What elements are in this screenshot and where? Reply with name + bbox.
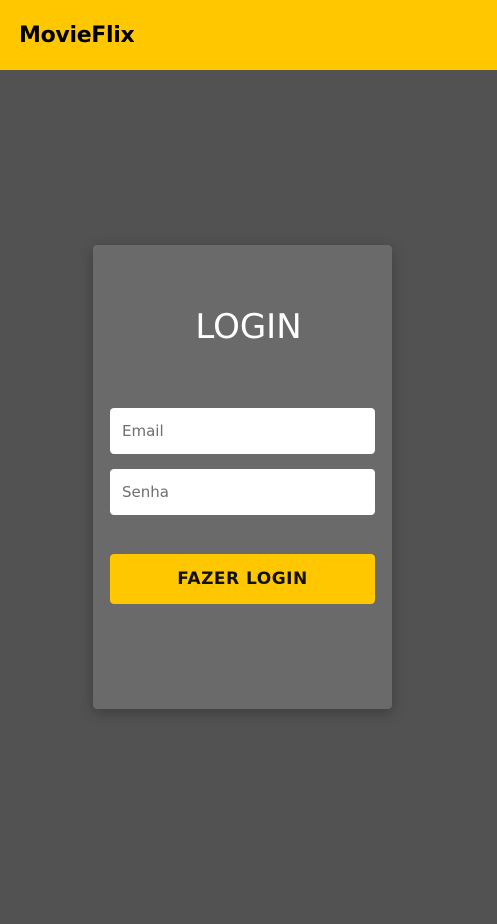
- password-input[interactable]: [110, 469, 375, 515]
- navbar: MovieFlix: [0, 0, 497, 70]
- login-button[interactable]: FAZER LOGIN: [110, 554, 375, 604]
- brand-logo-text[interactable]: MovieFlix: [19, 23, 135, 48]
- email-input[interactable]: [110, 408, 375, 454]
- login-title: LOGIN: [195, 307, 302, 347]
